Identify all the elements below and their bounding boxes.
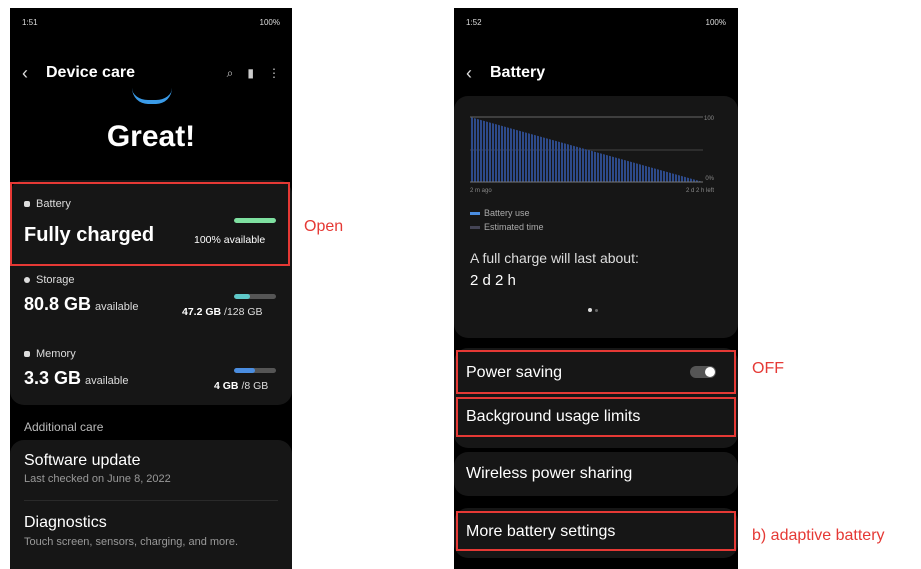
memory-used: 4 GB — [214, 380, 239, 392]
annotation-off: OFF — [752, 360, 784, 377]
status-time: 1:52 — [466, 18, 482, 27]
power-saving-highlight — [456, 350, 736, 394]
full-charge-value: 2 d 2 h — [470, 272, 516, 289]
x-left-label: 2 m ago — [470, 188, 492, 194]
battery-highlight — [10, 182, 290, 266]
diagnostics-title: Diagnostics — [24, 514, 107, 531]
battery-screen: 1:52 100% ‹ Battery 100 0% 2 m ago 2 d 2… — [454, 8, 738, 569]
back-icon[interactable]: ‹ — [22, 63, 40, 84]
storage-item[interactable]: Storage 80.8 GB available 47.2 GB /128 GB — [24, 274, 284, 334]
full-charge-label: A full charge will last about: — [470, 250, 639, 266]
app-bar: ‹ Device care ⌕ ▮ ⋮ — [22, 60, 280, 86]
status-bar: 1:51 100% — [22, 18, 280, 27]
x-right-label: 2 d 2 h left — [686, 188, 714, 194]
status-time: 1:51 — [22, 18, 38, 27]
more-options-icon[interactable]: ⋮ — [268, 66, 280, 80]
additional-care-heading: Additional care — [24, 420, 104, 434]
storage-label: Storage — [36, 274, 75, 286]
annotation-adaptive: b) adaptive battery — [752, 527, 885, 544]
memory-suffix: available — [85, 375, 129, 387]
storage-icon — [24, 277, 30, 283]
wireless-sharing-row[interactable]: Wireless power sharing — [466, 465, 726, 483]
divider — [24, 500, 278, 501]
page-title: Battery — [490, 64, 546, 81]
status-arc — [132, 88, 172, 104]
legend-estimated: Estimated time — [484, 222, 544, 232]
memory-value: 3.3 GB — [24, 368, 82, 388]
diagnostics-sub: Touch screen, sensors, charging, and mor… — [24, 536, 239, 548]
legend-battery-use: Battery use — [484, 208, 530, 218]
memory-label: Memory — [36, 348, 76, 360]
chart-legend: Battery use Estimated time — [470, 206, 544, 234]
battery-usage-chart: 100 0% 2 m ago 2 d 2 h left — [470, 116, 715, 194]
search-icon[interactable]: ⌕ — [227, 66, 234, 81]
status-battery: 100% — [705, 18, 726, 27]
storage-suffix: available — [95, 301, 139, 313]
storage-bar — [234, 294, 276, 299]
storage-used: 47.2 GB — [182, 306, 222, 318]
y-top-label: 100 — [704, 116, 715, 122]
memory-item[interactable]: Memory 3.3 GB available 4 GB /8 GB — [24, 348, 284, 408]
chart-icon[interactable]: ▮ — [247, 66, 254, 80]
more-settings-highlight — [456, 511, 736, 551]
memory-icon — [24, 351, 30, 357]
status-battery: 100% — [259, 18, 280, 27]
back-icon[interactable]: ‹ — [466, 63, 484, 84]
legend-swatch-estimated — [470, 226, 480, 230]
page-indicator — [588, 308, 598, 312]
software-update-sub: Last checked on June 8, 2022 — [24, 473, 171, 485]
y-bottom-label: 0% — [705, 176, 714, 182]
software-update-item[interactable]: Software update Last checked on June 8, … — [24, 452, 284, 485]
background-limits-highlight — [456, 397, 736, 437]
status-bar: 1:52 100% — [466, 18, 726, 27]
storage-total: /128 GB — [224, 306, 263, 318]
storage-value: 80.8 GB — [24, 294, 92, 314]
wireless-sharing-label: Wireless power sharing — [466, 465, 633, 482]
headline: Great! — [106, 120, 196, 153]
diagnostics-item[interactable]: Diagnostics Touch screen, sensors, charg… — [24, 514, 274, 549]
memory-total: /8 GB — [241, 380, 269, 392]
device-care-screen: 1:51 100% ‹ Device care ⌕ ▮ ⋮ Great! Bat… — [10, 8, 292, 569]
annotation-open: Open — [304, 218, 344, 235]
software-update-title: Software update — [24, 452, 141, 469]
memory-bar — [234, 368, 276, 373]
app-bar: ‹ Battery — [466, 60, 726, 86]
page-title: Device care — [46, 64, 135, 81]
legend-swatch-battery-use — [470, 212, 480, 216]
